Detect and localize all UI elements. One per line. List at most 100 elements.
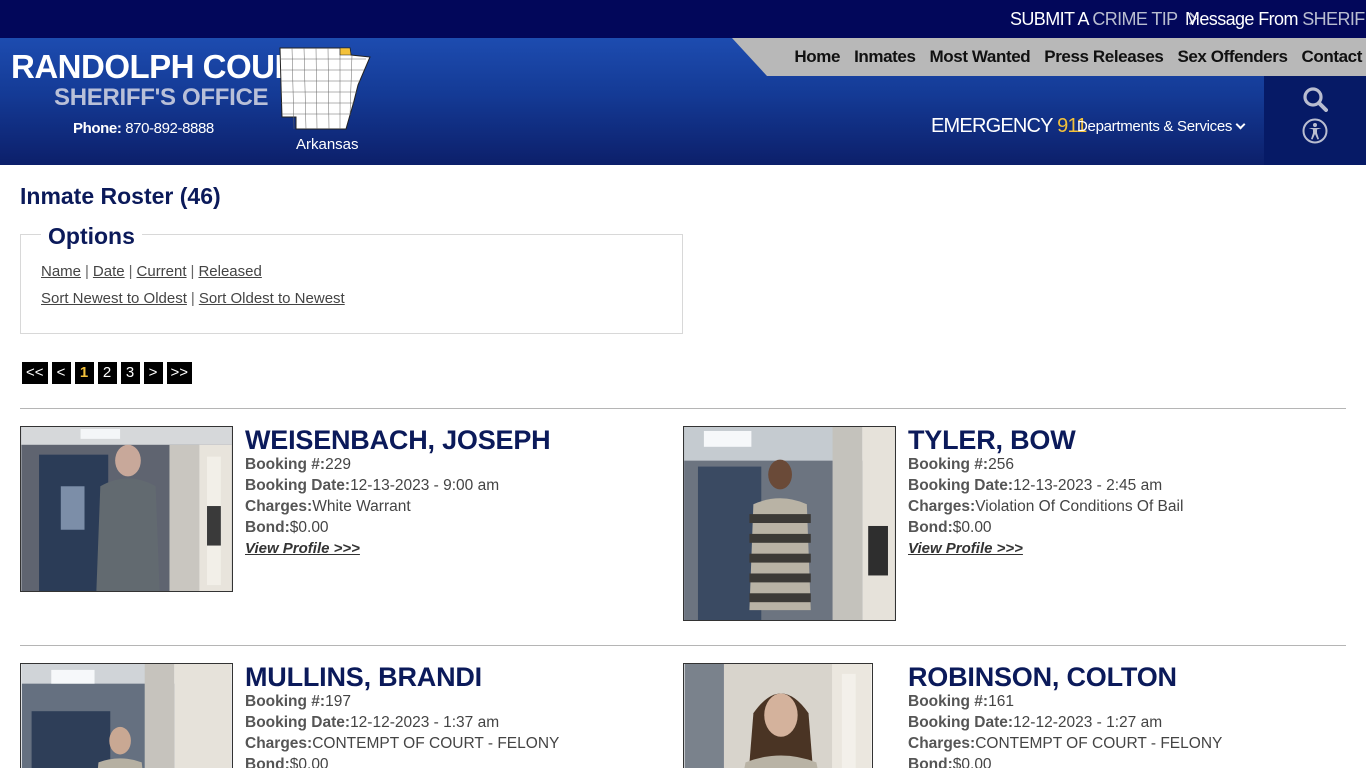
top-bar: SUBMIT A CRIME TIP Message From SHERIFF [0,0,1366,38]
bond-value: $0.00 [289,519,329,536]
page-next-button[interactable]: > [143,362,163,384]
booking-number-value: 161 [988,693,1014,710]
emergency-label: EMERGENCY [931,115,1053,137]
site-header: RANDOLPH COUNTY SHERIFF'S OFFICE Phone: … [0,38,1366,165]
booking-date-value: 12-13-2023 - 9:00 am [350,477,500,494]
phone-number: 870-892-8888 [125,120,214,137]
booking-date-label: Booking Date: [245,477,351,494]
charges: Charges:CONTEMPT OF COURT - FELONY [908,733,1222,754]
page-prev-button[interactable]: < [51,362,71,384]
inmate-name[interactable]: ROBINSON, COLTON [908,663,1222,691]
emergency-banner: EMERGENCY 911 [931,115,1087,138]
booking-date: Booking Date:12-12-2023 - 1:37 am [245,712,559,733]
filter-released-link[interactable]: Released [198,263,261,280]
booking-date-label: Booking Date: [245,714,351,731]
booking-number-label: Booking #: [245,693,326,710]
site-subtitle[interactable]: SHERIFF'S OFFICE [54,84,269,112]
crime-tip-label-a: SUBMIT A [1010,9,1089,29]
filter-current-link[interactable]: Current [137,263,187,280]
bond-value: $0.00 [289,756,329,768]
booking-number-label: Booking #: [245,456,326,473]
message-from-sheriff-link[interactable]: Message From SHERIFF [1185,9,1366,30]
site-phone: Phone: 870-892-8888 [73,120,214,137]
page-3-button[interactable]: 3 [120,362,140,384]
charges: Charges:White Warrant [245,496,550,517]
page-first-button[interactable]: << [22,362,48,384]
booking-date: Booking Date:12-13-2023 - 2:45 am [908,475,1183,496]
booking-number-label: Booking #: [908,693,989,710]
filter-name-link[interactable]: Name [41,263,81,280]
booking-number: Booking #:256 [908,454,1183,475]
charges-label: Charges: [908,498,976,515]
bond-label: Bond: [908,519,953,536]
bond-value: $0.00 [952,519,992,536]
options-legend: Options [41,223,142,250]
nav-most-wanted[interactable]: Most Wanted [930,47,1031,67]
inmate-info: TYLER, BOW Booking #:256 Booking Date:12… [908,426,1183,560]
pagination: << < 1 2 3 > >> [22,362,193,384]
inmate-name[interactable]: MULLINS, BRANDI [245,663,559,691]
booking-number-label: Booking #: [908,456,989,473]
charges-value: White Warrant [312,498,411,515]
bond: Bond:$0.00 [908,754,1222,768]
departments-dropdown[interactable]: Departments & Services [1077,118,1246,135]
booking-date-value: 12-13-2023 - 2:45 am [1013,477,1163,494]
view-profile-link[interactable]: View Profile >>> [245,538,550,560]
bond-label: Bond: [908,756,953,768]
bond: Bond:$0.00 [245,754,559,768]
nav-sex-offenders[interactable]: Sex Offenders [1177,47,1287,67]
booking-date-value: 12-12-2023 - 1:37 am [350,714,500,731]
nav-press-releases[interactable]: Press Releases [1044,47,1164,67]
charges-label: Charges: [908,735,976,752]
page-last-button[interactable]: >> [166,362,193,384]
sort-oldest-link[interactable]: Sort Oldest to Newest [199,290,345,307]
accessibility-icon[interactable] [1302,118,1328,144]
booking-date: Booking Date:12-13-2023 - 9:00 am [245,475,550,496]
main-nav: Home Inmates Most Wanted Press Releases … [732,38,1366,76]
divider [20,408,1346,409]
inmate-info: ROBINSON, COLTON Booking #:161 Booking D… [908,663,1222,768]
charges: Charges:Violation Of Conditions Of Bail [908,496,1183,517]
sort-newest-link[interactable]: Sort Newest to Oldest [41,290,187,307]
nav-contact[interactable]: Contact [1302,47,1363,67]
view-profile-link[interactable]: View Profile >>> [908,538,1183,560]
submit-crime-tip-link[interactable]: SUBMIT A CRIME TIP [1010,9,1197,30]
page-1-button[interactable]: 1 [74,362,94,384]
booking-number: Booking #:161 [908,691,1222,712]
search-icon[interactable] [1302,86,1328,112]
booking-date-value: 12-12-2023 - 1:27 am [1013,714,1163,731]
charges-value: CONTEMPT OF COURT - FELONY [975,735,1223,752]
charges-label: Charges: [245,735,313,752]
inmate-photo[interactable] [683,426,896,621]
charges-value: Violation Of Conditions Of Bail [975,498,1184,515]
charges-value: CONTEMPT OF COURT - FELONY [312,735,560,752]
filter-links: Name | Date | Current | Released [41,263,262,280]
booking-number-value: 197 [325,693,351,710]
inmate-name[interactable]: TYLER, BOW [908,426,1183,454]
inmate-photo[interactable] [20,426,233,592]
bond: Bond:$0.00 [245,517,550,538]
arkansas-map-icon [279,47,371,130]
map-state-label: Arkansas [296,136,359,153]
booking-number-value: 229 [325,456,351,473]
options-box: Options Name | Date | Current | Released Sort … [20,223,683,334]
chevron-down-icon [1235,119,1246,130]
divider [20,645,1346,646]
booking-number: Booking #:197 [245,691,559,712]
inmate-name[interactable]: WEISENBACH, JOSEPH [245,426,551,454]
sort-links: Sort Newest to Oldest | Sort Oldest to New… [41,290,345,307]
bond-label: Bond: [245,519,290,536]
nav-home[interactable]: Home [794,47,840,67]
bond: Bond:$0.00 [908,517,1183,538]
inmate-info: MULLINS, BRANDI Booking #:197 Booking Da… [245,663,559,768]
page-2-button[interactable]: 2 [97,362,117,384]
bond-label: Bond: [245,756,290,768]
inmate-info: WEISENBACH, JOSEPH Booking #:229 Booking… [245,426,551,560]
inmate-photo[interactable] [683,663,873,768]
message-label-a: Message From [1185,9,1298,29]
filter-date-link[interactable]: Date [93,263,125,280]
nav-inmates[interactable]: Inmates [854,47,916,67]
booking-number: Booking #:229 [245,454,550,475]
booking-date-label: Booking Date: [908,477,1014,494]
inmate-photo[interactable] [20,663,233,768]
